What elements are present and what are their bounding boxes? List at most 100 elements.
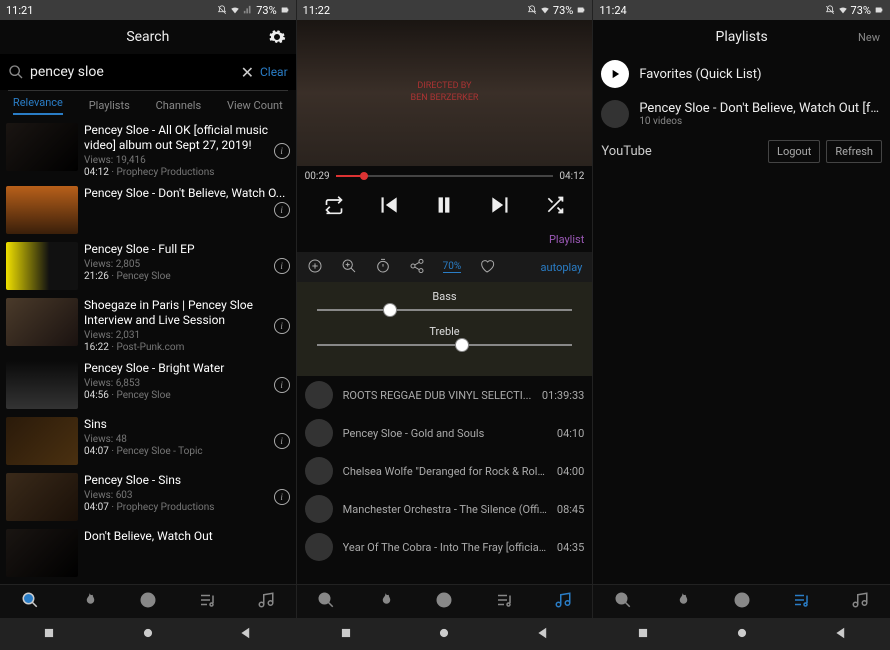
- tab-playlists[interactable]: Playlists: [89, 99, 130, 112]
- autoplay-toggle[interactable]: autoplay: [541, 261, 583, 274]
- bell-off-icon: [825, 5, 835, 15]
- info-icon[interactable]: i: [274, 202, 290, 218]
- repeat-icon[interactable]: [324, 195, 344, 218]
- info-icon[interactable]: i: [274, 143, 290, 159]
- progress-row: 00:29 04:12: [297, 166, 593, 186]
- playlist-label-row: Playlist: [297, 226, 593, 252]
- tab-channels[interactable]: Channels: [156, 99, 202, 112]
- position: 00:29: [305, 171, 330, 182]
- refresh-button[interactable]: Refresh: [826, 140, 882, 163]
- bell-off-icon: [527, 5, 537, 15]
- nav-back-icon[interactable]: [834, 626, 848, 643]
- tab-search-icon[interactable]: [614, 591, 632, 612]
- tab-queue-icon[interactable]: [495, 591, 513, 612]
- playlists-header: Playlists New: [593, 20, 890, 54]
- queue-item[interactable]: Chelsea Wolfe "Deranged for Rock & Roll"…: [297, 452, 593, 490]
- result-item[interactable]: Shoegaze in Paris | Pencey Sloe Intervie…: [0, 294, 296, 357]
- search-tabs: Relevance Playlists Channels View Count: [0, 91, 296, 119]
- tab-history-icon[interactable]: [139, 591, 157, 612]
- shuffle-icon[interactable]: [545, 195, 565, 218]
- queue-item[interactable]: Year Of The Cobra - Into The Fray [offic…: [297, 528, 593, 566]
- nav-back-icon[interactable]: [239, 626, 253, 643]
- queue-item[interactable]: ROOTS REGGAE DUB VINYL SELECTI...01:39:3…: [297, 376, 593, 414]
- video-player[interactable]: DIRECTED BYBEN BERZERKER: [297, 20, 593, 166]
- tab-history-icon[interactable]: [435, 591, 453, 612]
- nav-recent-icon[interactable]: [42, 626, 56, 643]
- playlist-label[interactable]: Playlist: [549, 233, 584, 246]
- info-icon[interactable]: i: [274, 433, 290, 449]
- status-bar: 11:24 73%: [593, 0, 890, 20]
- bass-slider[interactable]: [317, 309, 573, 311]
- nav-back-icon[interactable]: [536, 626, 550, 643]
- result-item[interactable]: Pencey Sloe - Don't Believe, Watch O...i: [0, 182, 296, 238]
- share-icon[interactable]: [409, 258, 425, 277]
- tab-trending-icon[interactable]: [673, 591, 691, 612]
- android-nav: [297, 618, 593, 650]
- progress-bar[interactable]: [336, 175, 554, 177]
- result-item[interactable]: Pencey Sloe - Bright WaterViews: 6,85304…: [0, 357, 296, 413]
- prev-icon[interactable]: [375, 192, 401, 221]
- timer-icon[interactable]: [375, 258, 391, 277]
- new-playlist-button[interactable]: New: [858, 31, 880, 44]
- info-icon[interactable]: i: [274, 318, 290, 334]
- result-item[interactable]: Pencey Sloe - Full EPViews: 2,80521:26 ·…: [0, 238, 296, 294]
- search-header: Search: [0, 20, 296, 54]
- logout-button[interactable]: Logout: [768, 140, 820, 163]
- add-icon[interactable]: [307, 258, 323, 277]
- tab-trending-icon[interactable]: [376, 591, 394, 612]
- bottom-tabs: [297, 584, 593, 618]
- result-thumb: [6, 242, 78, 290]
- status-time: 11:22: [303, 4, 330, 17]
- tab-music-icon[interactable]: [851, 591, 869, 612]
- zoom-icon[interactable]: [341, 258, 357, 277]
- eq-panel: Bass Treble: [297, 282, 593, 376]
- nav-recent-icon[interactable]: [636, 626, 650, 643]
- results-list[interactable]: Pencey Sloe - All OK [official music vid…: [0, 119, 296, 584]
- playlist-thumb: [601, 100, 629, 128]
- next-icon[interactable]: [488, 192, 514, 221]
- playlist-item[interactable]: Pencey Sloe - Don't Believe, Watch Out […: [593, 94, 890, 134]
- nav-home-icon[interactable]: [735, 626, 749, 643]
- search-bar: ✕ Clear: [0, 54, 296, 90]
- info-icon[interactable]: i: [274, 258, 290, 274]
- result-item[interactable]: Pencey Sloe - All OK [official music vid…: [0, 119, 296, 182]
- tab-music-icon[interactable]: [257, 591, 275, 612]
- bell-off-icon: [217, 5, 227, 15]
- nav-recent-icon[interactable]: [339, 626, 353, 643]
- info-icon[interactable]: i: [274, 377, 290, 393]
- settings-icon[interactable]: [268, 28, 286, 50]
- play-icon: [601, 60, 629, 88]
- tab-trending-icon[interactable]: [80, 591, 98, 612]
- clear-x-icon[interactable]: ✕: [241, 63, 254, 82]
- queue-list[interactable]: ROOTS REGGAE DUB VINYL SELECTI...01:39:3…: [297, 376, 593, 584]
- search-input[interactable]: [30, 64, 235, 80]
- volume-pct[interactable]: 70%: [443, 261, 462, 273]
- queue-item[interactable]: Pencey Sloe - Gold and Souls04:10: [297, 414, 593, 452]
- bottom-tabs: [0, 584, 296, 618]
- info-icon[interactable]: i: [274, 489, 290, 505]
- playlist-item[interactable]: Favorites (Quick List): [593, 54, 890, 94]
- battery-text: 73%: [256, 4, 276, 17]
- wifi-icon: [838, 5, 848, 15]
- result-item[interactable]: Pencey Sloe - SinsViews: 60304:07 · Prop…: [0, 469, 296, 525]
- clear-button[interactable]: Clear: [260, 65, 288, 79]
- treble-slider[interactable]: [317, 344, 573, 346]
- nav-home-icon[interactable]: [141, 626, 155, 643]
- tab-search-icon[interactable]: [317, 591, 335, 612]
- tab-relevance[interactable]: Relevance: [13, 96, 63, 115]
- eq-bass-label: Bass: [317, 290, 573, 303]
- status-time: 11:24: [599, 4, 626, 17]
- tab-viewcount[interactable]: View Count: [227, 99, 283, 112]
- status-time: 11:21: [6, 4, 33, 17]
- heart-icon[interactable]: [479, 258, 495, 277]
- tab-queue-icon[interactable]: [792, 591, 810, 612]
- pause-icon[interactable]: [431, 192, 457, 221]
- result-item[interactable]: SinsViews: 4804:07 · Pencey Sloe - Topic…: [0, 413, 296, 469]
- result-item[interactable]: Don't Believe, Watch Out: [0, 525, 296, 581]
- nav-home-icon[interactable]: [437, 626, 451, 643]
- tab-history-icon[interactable]: [733, 591, 751, 612]
- queue-item[interactable]: Manchester Orchestra - The Silence (Offi…: [297, 490, 593, 528]
- tab-music-icon[interactable]: [554, 591, 572, 612]
- tab-search-icon[interactable]: [21, 591, 39, 612]
- tab-queue-icon[interactable]: [198, 591, 216, 612]
